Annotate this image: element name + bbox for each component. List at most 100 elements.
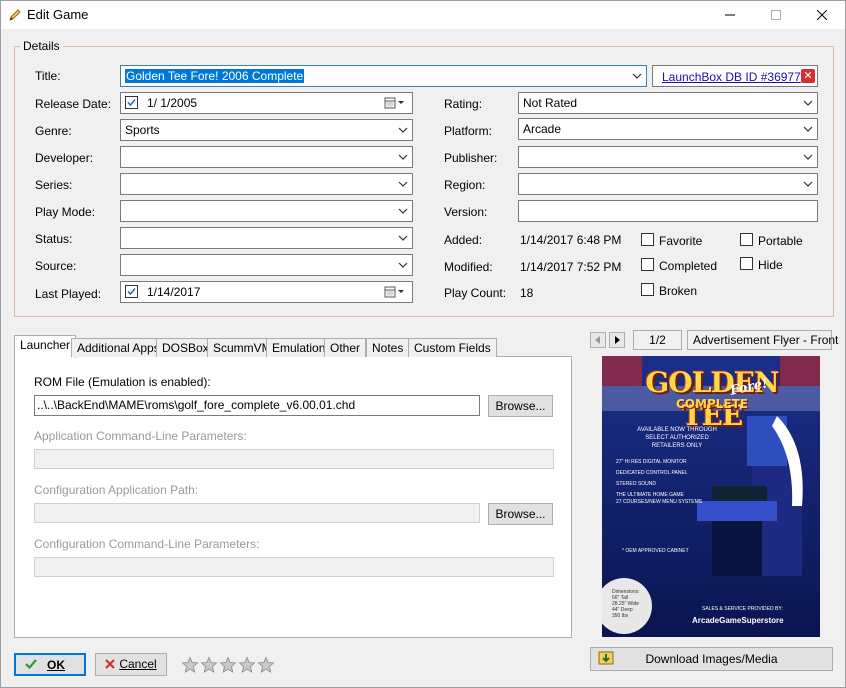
previous-image-button[interactable]	[590, 332, 606, 348]
app-cmd-params-input[interactable]	[34, 449, 554, 469]
play-count-value: 18	[520, 286, 534, 300]
rom-file-input[interactable]: ..\..\BackEnd\MAME\roms\golf_fore_comple…	[34, 395, 480, 416]
rating-combobox[interactable]: Not Rated	[518, 92, 818, 114]
added-value: 1/14/2017 6:48 PM	[520, 233, 622, 247]
favorite-checkbox[interactable]	[641, 233, 654, 246]
last-played-picker[interactable]: 1/14/2017	[120, 281, 413, 303]
flyer-bullet-1: 27" HI RES DIGITAL MONITOR	[616, 459, 687, 465]
portable-checkbox[interactable]	[740, 233, 753, 246]
window-title: Edit Game	[27, 7, 89, 22]
genre-label: Genre:	[35, 124, 72, 138]
pencil-icon	[7, 7, 23, 23]
image-type-label: Advertisement Flyer - Front	[687, 330, 838, 350]
genre-combobox[interactable]: Sports	[120, 119, 413, 141]
release-date-value: 1/ 1/2005	[147, 96, 198, 110]
version-label: Version:	[444, 205, 488, 219]
source-combobox[interactable]	[120, 254, 413, 276]
minimize-icon	[725, 14, 735, 16]
rom-browse-button[interactable]: Browse...	[488, 395, 553, 417]
star-icon[interactable]	[219, 656, 237, 674]
modified-value: 1/14/2017 7:52 PM	[520, 260, 622, 274]
release-date-picker[interactable]: 1/ 1/2005	[120, 92, 413, 114]
checkmark-icon	[24, 657, 38, 677]
tab-additional-apps[interactable]: Additional Apps	[71, 338, 166, 357]
close-button[interactable]	[799, 1, 845, 29]
cancel-icon	[103, 657, 117, 677]
title-value: Golden Tee Fore! 2006 Complete	[125, 69, 305, 83]
chevron-down-icon	[398, 208, 408, 214]
calendar-dropdown-icon[interactable]	[384, 96, 406, 110]
chevron-down-icon	[398, 262, 408, 268]
flyer-logo-subtitle: COMPLETE	[676, 397, 748, 411]
tab-notes[interactable]: Notes	[366, 338, 410, 357]
completed-checkbox[interactable]	[641, 258, 654, 271]
rom-file-label: ROM File (Emulation is enabled):	[34, 375, 211, 389]
flyer-oem-note: * OEM APPROVED CABINET	[622, 548, 689, 554]
platform-value: Arcade	[523, 122, 562, 136]
star-icon[interactable]	[257, 656, 275, 674]
title-combobox[interactable]: Golden Tee Fore! 2006 Complete	[120, 65, 647, 87]
publisher-combobox[interactable]	[518, 146, 818, 168]
tab-dosbox[interactable]: DOSBox	[156, 338, 215, 357]
config-cmd-params-input[interactable]	[34, 557, 554, 577]
details-group-label: Details	[20, 39, 63, 53]
download-media-button[interactable]: Download Images/Media	[590, 647, 833, 671]
developer-combobox[interactable]	[120, 146, 413, 168]
flyer-sales: SALES & SERVICE PROVIDED BY:	[702, 606, 783, 612]
calendar-dropdown-icon[interactable]	[384, 285, 406, 299]
checkmark-icon	[127, 288, 136, 296]
cancel-label: Cancel	[119, 657, 157, 671]
portable-label: Portable	[758, 234, 803, 248]
remove-db-link-icon[interactable]: ✕	[801, 69, 815, 83]
chevron-down-icon	[398, 154, 408, 160]
last-played-label: Last Played:	[35, 287, 102, 301]
flyer-dimensions: Dimensions: 66" Tall 28.25" Wide 44" Dee…	[612, 589, 640, 619]
release-date-checkbox[interactable]	[125, 96, 138, 109]
completed-label: Completed	[659, 259, 718, 273]
checkmark-icon	[127, 99, 136, 107]
version-input[interactable]	[518, 200, 818, 222]
image-counter: 1/2	[633, 330, 682, 350]
tab-other[interactable]: Other	[324, 338, 367, 357]
star-icon[interactable]	[200, 656, 218, 674]
cancel-button[interactable]: Cancel	[95, 653, 167, 676]
minimize-button[interactable]	[707, 1, 753, 29]
maximize-button[interactable]	[753, 1, 799, 29]
last-played-checkbox[interactable]	[125, 285, 138, 298]
config-browse-button[interactable]: Browse...	[488, 503, 553, 525]
star-icon[interactable]	[181, 656, 199, 674]
download-media-label: Download Images/Media	[645, 652, 778, 666]
series-label: Series:	[35, 178, 73, 192]
chevron-down-icon	[398, 235, 408, 241]
source-label: Source:	[35, 259, 77, 273]
hide-checkbox[interactable]	[740, 257, 753, 270]
status-combobox[interactable]	[120, 227, 413, 249]
launchbox-db-box: LaunchBox DB ID #36977 ✕	[652, 65, 818, 87]
config-app-path-input[interactable]	[34, 503, 480, 523]
config-cmd-params-label: Configuration Command-Line Parameters:	[34, 537, 260, 551]
chevron-down-icon	[803, 181, 813, 187]
broken-checkbox[interactable]	[641, 283, 654, 296]
star-icon[interactable]	[238, 656, 256, 674]
added-label: Added:	[444, 233, 483, 247]
genre-value: Sports	[125, 123, 160, 137]
triangle-left-icon	[595, 336, 600, 344]
developer-label: Developer:	[35, 151, 94, 165]
flyer-brand: ArcadeGameSuperstore	[692, 616, 784, 625]
next-image-button[interactable]	[609, 332, 625, 348]
tab-launcher[interactable]: Launcher	[14, 335, 77, 358]
rating-label: Rating:	[444, 97, 483, 111]
series-combobox[interactable]	[120, 173, 413, 195]
star-rating[interactable]	[181, 656, 276, 674]
play-mode-combobox[interactable]	[120, 200, 413, 222]
flyer-bullet-4: THE ULTIMATE HOME GAME 27 COURSES/NEW ME…	[616, 492, 703, 505]
platform-combobox[interactable]: Arcade	[518, 118, 818, 140]
tab-emulation[interactable]: Emulation	[266, 338, 332, 357]
title-bar: Edit Game	[1, 1, 845, 29]
tab-custom-fields[interactable]: Custom Fields	[408, 338, 497, 357]
region-label: Region:	[444, 178, 486, 192]
region-combobox[interactable]	[518, 173, 818, 195]
triangle-right-icon	[615, 336, 620, 344]
launchbox-db-link[interactable]: LaunchBox DB ID #36977	[662, 70, 801, 84]
ok-button[interactable]: OK	[14, 653, 86, 676]
